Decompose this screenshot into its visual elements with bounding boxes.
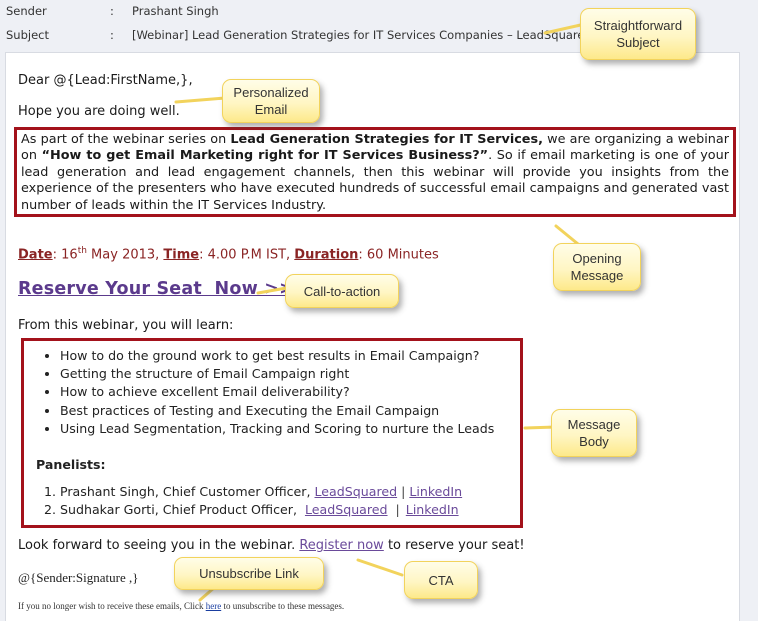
panelist-text: Prashant Singh, Chief Customer Officer, <box>60 484 315 499</box>
opening-message: As part of the webinar series on Lead Ge… <box>21 132 729 214</box>
footer-text-end: to unsubscribe to these messages. <box>221 601 345 611</box>
callout-unsubscribe-link: Unsubscribe Link <box>174 557 324 590</box>
unsubscribe-footer: If you no longer wish to receive these e… <box>18 601 344 611</box>
panelists-title: Panelists: <box>36 457 106 472</box>
list-item: How to achieve excellent Email deliverab… <box>60 383 494 401</box>
sender-label: Sender <box>6 4 47 18</box>
sender-value: Prashant Singh <box>132 4 219 18</box>
panelist-item: Sudhakar Gorti, Chief Product Officer, L… <box>60 501 462 519</box>
reserve-seat-link[interactable]: Reserve Your Seat Now >> <box>18 279 294 299</box>
callout-text: Unsubscribe Link <box>199 566 299 581</box>
panelist-item: Prashant Singh, Chief Customer Officer, … <box>60 483 462 501</box>
closing-line: Look forward to seeing you in the webina… <box>18 538 525 553</box>
cta-row: Reserve Your Seat Now >> <box>18 279 294 299</box>
email-body: Dear @{Lead:FirstName,}, Hope you are do… <box>5 52 740 621</box>
closing-text-end: to reserve your seat! <box>383 538 525 553</box>
footer-text: If you no longer wish to receive these e… <box>18 601 206 611</box>
opening-message-box: As part of the webinar series on Lead Ge… <box>14 127 736 217</box>
callout-cta: CTA <box>404 561 478 599</box>
colon: : <box>52 247 57 263</box>
unsubscribe-link[interactable]: here <box>206 601 222 611</box>
signature: @{Sender:Signature ,} <box>18 570 139 585</box>
callout-text: Call-to-action <box>303 283 381 299</box>
linkedin-link[interactable]: LinkedIn <box>409 484 462 499</box>
message-body-box: How to do the ground work to get best re… <box>21 338 523 528</box>
callout-text: Message Body <box>567 417 621 449</box>
hope-line: Hope you are doing well. <box>18 104 180 119</box>
panelist-text: Sudhakar Gorti, Chief Product Officer, <box>60 502 305 517</box>
company-link[interactable]: LeadSquared <box>315 484 398 499</box>
duration-value: 60 Minutes <box>362 247 439 263</box>
separator: | <box>395 502 400 517</box>
register-now-link[interactable]: Register now <box>299 538 383 553</box>
callout-text: Straightforward Subject <box>593 18 683 50</box>
greeting: Dear @{Lead:FirstName,}, <box>18 73 193 88</box>
subject-value: [Webinar] Lead Generation Strategies for… <box>132 28 592 42</box>
time-label: Time <box>163 247 200 263</box>
list-item: Getting the structure of Email Campaign … <box>60 365 494 383</box>
list-item: Best practices of Testing and Executing … <box>60 402 494 420</box>
callout-text: CTA <box>428 572 454 588</box>
callout-straightforward-subject: Straightforward Subject <box>580 8 696 60</box>
closing-text: Look forward to seeing you in the webina… <box>18 538 300 553</box>
event-details: Date: 16th May 2013, Time: 4.00 P.M IST,… <box>18 246 439 262</box>
callout-message-body: Message Body <box>551 409 637 457</box>
callout-personalized-email: Personalized Email <box>222 79 320 123</box>
callout-call-to-action: Call-to-action <box>285 274 399 308</box>
separator: | <box>401 484 406 499</box>
list-item: How to do the ground work to get best re… <box>60 347 494 365</box>
date-suffix: th <box>77 246 87 256</box>
list-item: Using Lead Segmentation, Tracking and Sc… <box>60 420 494 438</box>
subject-label: Subject <box>6 28 49 42</box>
date-label: Date <box>18 247 53 263</box>
subject-colon: : <box>110 28 114 42</box>
callout-opening-message: Opening Message <box>553 243 641 291</box>
webinar-title: “How to get Email Marketing right for IT… <box>41 148 489 164</box>
series-title: Lead Generation Strategies for IT Servic… <box>230 132 543 147</box>
date-day: 16 <box>61 247 78 263</box>
time-value: 4.00 P.M IST, <box>203 247 295 263</box>
opening-text-1: As part of the webinar series on <box>21 132 231 147</box>
date-rest: May 2013, <box>86 247 164 263</box>
company-link[interactable]: LeadSquared <box>305 502 388 517</box>
learning-list: How to do the ground work to get best re… <box>24 347 494 438</box>
linkedin-link[interactable]: LinkedIn <box>406 502 459 517</box>
callout-text: Personalized Email <box>233 85 309 117</box>
panelists-list: Prashant Singh, Chief Customer Officer, … <box>24 483 462 519</box>
learn-intro: From this webinar, you will learn: <box>18 318 234 333</box>
callout-text: Opening Message <box>570 251 624 283</box>
sender-colon: : <box>110 4 114 18</box>
duration-label: Duration <box>294 247 359 263</box>
